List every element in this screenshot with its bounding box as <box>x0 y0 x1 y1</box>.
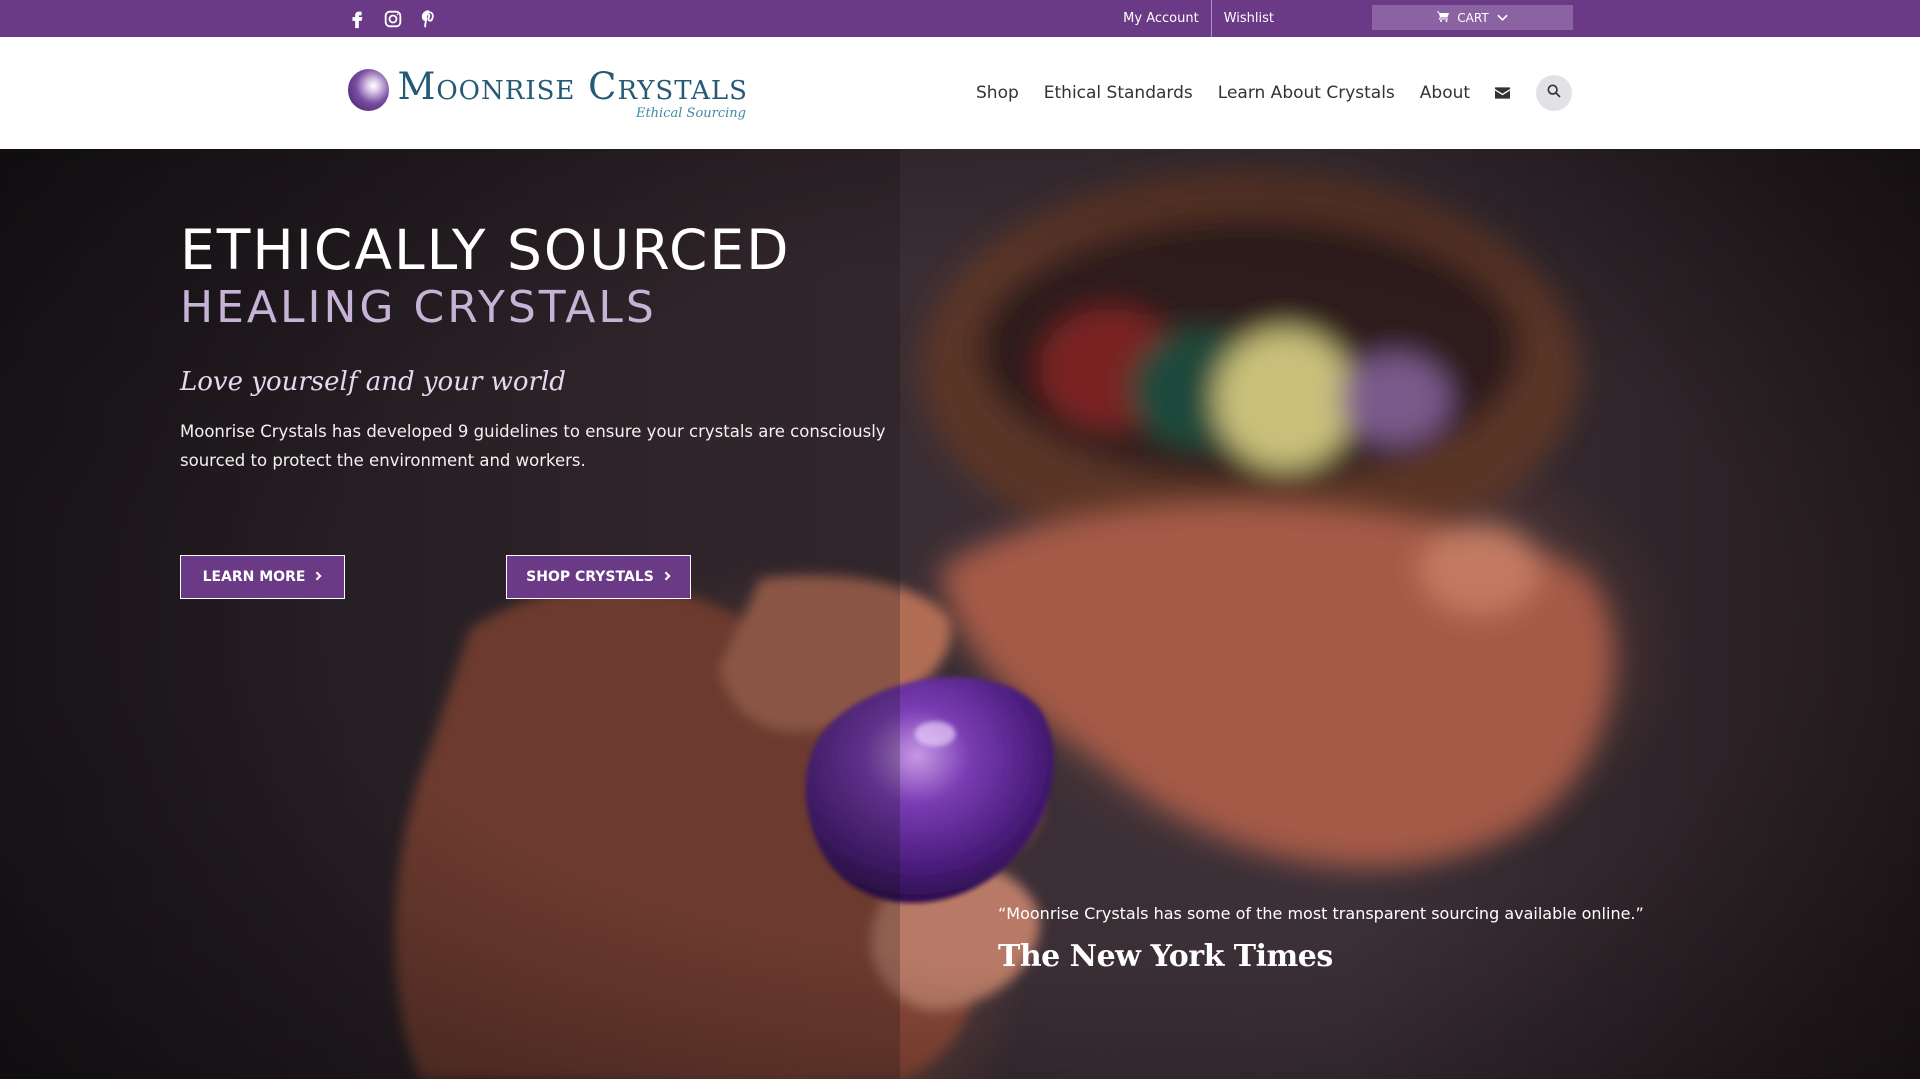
learn-more-button[interactable]: LEARN MORE <box>180 555 345 599</box>
hero-title-secondary: HEALING CRYSTALS <box>180 282 657 333</box>
shop-crystals-label: SHOP CRYSTALS <box>526 569 654 585</box>
learn-more-label: LEARN MORE <box>202 569 306 585</box>
hero-section: ETHICALLY SOURCED HEALING CRYSTALS Love … <box>0 149 1920 1080</box>
logo-text: Moonrise Crystals Ethical Sourcing <box>397 65 748 122</box>
moon-logo-icon <box>348 69 390 111</box>
nav-ethical-standards[interactable]: Ethical Standards <box>1044 83 1193 103</box>
chevron-down-icon <box>1497 11 1508 25</box>
instagram-icon[interactable] <box>382 8 404 30</box>
press-quote: “Moonrise Crystals has some of the most … <box>998 904 1644 923</box>
logo-name: Moonrise Crystals <box>397 65 748 108</box>
nav-about[interactable]: About <box>1420 83 1470 103</box>
chevron-right-icon <box>664 569 671 585</box>
site-header: Moonrise Crystals Ethical Sourcing Shop … <box>0 37 1920 149</box>
hero-content: ETHICALLY SOURCED HEALING CRYSTALS Love … <box>180 219 940 475</box>
nav-shop[interactable]: Shop <box>976 83 1019 103</box>
nav-learn-about-crystals[interactable]: Learn About Crystals <box>1218 83 1395 103</box>
cart-label: CART <box>1457 10 1489 25</box>
shop-crystals-button[interactable]: SHOP CRYSTALS <box>506 555 691 599</box>
cart-button[interactable]: CART <box>1372 5 1573 30</box>
hero-description: Moonrise Crystals has developed 9 guidel… <box>180 422 886 470</box>
my-account-link[interactable]: My Account <box>1111 0 1211 37</box>
facebook-icon[interactable] <box>346 8 368 30</box>
logo-tagline: Ethical Sourcing <box>635 106 746 121</box>
hero-tagline: Love yourself and your world <box>180 367 566 397</box>
nyt-logo: The New York Times <box>998 939 1333 974</box>
search-icon <box>1546 83 1562 103</box>
account-links: My Account Wishlist <box>1111 0 1286 37</box>
pinterest-icon[interactable] <box>418 8 440 30</box>
cart-icon <box>1437 11 1450 25</box>
site-logo[interactable]: Moonrise Crystals Ethical Sourcing <box>348 66 748 126</box>
main-nav: Shop Ethical Standards Learn About Cryst… <box>976 37 1573 149</box>
top-bar: My Account Wishlist CART <box>0 0 1920 37</box>
search-button[interactable] <box>1536 75 1573 111</box>
social-links <box>346 8 440 30</box>
wishlist-link[interactable]: Wishlist <box>1210 0 1286 37</box>
envelope-icon[interactable] <box>1495 84 1511 103</box>
chevron-right-icon <box>315 569 323 585</box>
hero-title-primary: ETHICALLY SOURCED <box>180 218 791 282</box>
